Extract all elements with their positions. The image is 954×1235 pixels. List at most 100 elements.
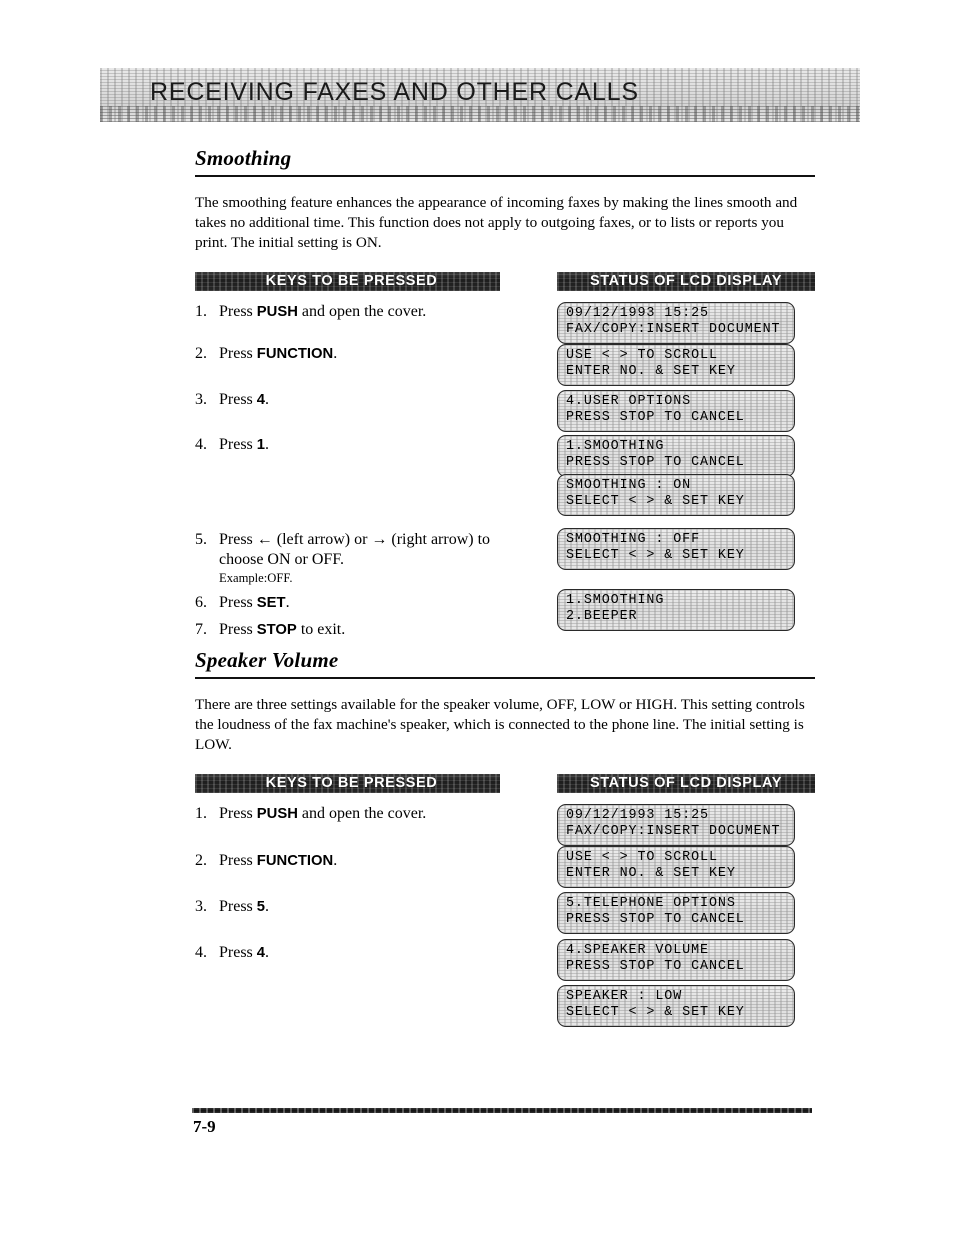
step-number: 1. (195, 804, 207, 822)
procedure-step: 6. Press SET. (195, 593, 290, 613)
lcd-line-1: 09/12/1993 15:25 (566, 305, 709, 321)
lcd-line-2: SELECT < > & SET KEY (566, 494, 745, 510)
lcd-line-2: PRESS STOP TO CANCEL (566, 455, 745, 471)
lcd-line-1: 5.TELEPHONE OPTIONS (566, 895, 736, 911)
procedure-step: 4. Press 4. (195, 943, 269, 963)
step-number: 4. (195, 943, 207, 961)
lcd-display: 1.SMOOTHING PRESS STOP TO CANCEL (557, 434, 795, 477)
key-label: 5 (256, 898, 266, 915)
section-rule (195, 175, 815, 177)
lcd-line-1: 1.SMOOTHING (566, 438, 665, 454)
lcd-line-2: SELECT < > & SET KEY (566, 1005, 745, 1021)
step-number: 6. (195, 593, 207, 611)
lcd-display: SMOOTHING : OFF SELECT < > & SET KEY (557, 527, 795, 570)
document-page: RECEIVING FAXES AND OTHER CALLS Smoothin… (0, 0, 954, 1235)
lcd-line-2: FAX/COPY:INSERT DOCUMENT (566, 824, 781, 840)
procedure-step: 1. Press PUSH and open the cover. (195, 302, 426, 322)
step-number: 5. (195, 530, 207, 548)
step-text: Press 4. (219, 390, 270, 408)
procedure-columns: 1. Press PUSH and open the cover. 2. Press … (195, 301, 815, 654)
key-label: STOP (256, 621, 297, 638)
section-speaker-volume: Speaker Volume There are three settings … (195, 648, 815, 1030)
step-number: 3. (195, 390, 207, 408)
procedure-step: 1. Press PUSH and open the cover. (195, 804, 426, 824)
procedure-step: 5. Press ← (left arrow) or → (right arrow… (195, 530, 515, 586)
lcd-display: SMOOTHING : ON SELECT < > & SET KEY (557, 473, 795, 516)
procedure-step: 2. Press FUNCTION. (195, 851, 337, 871)
step-text: Press 5. (219, 897, 270, 915)
lcd-line-2: PRESS STOP TO CANCEL (566, 959, 745, 975)
procedure-step: 7. Press STOP to exit. (195, 620, 345, 640)
step-text: Press ← (left arrow) or → (right arrow) … (219, 530, 491, 568)
section-heading: Speaker Volume (195, 648, 339, 672)
step-number: 3. (195, 897, 207, 915)
key-label: SET (256, 594, 286, 611)
lcd-display: USE < > TO SCROLL ENTER NO. & SET KEY (557, 343, 795, 386)
lcd-display: USE < > TO SCROLL ENTER NO. & SET KEY (557, 845, 795, 888)
lcd-line-2: PRESS STOP TO CANCEL (566, 410, 745, 426)
keys-column-header: KEYS TO BE PRESSED (195, 271, 500, 291)
lcd-line-2: ENTER NO. & SET KEY (566, 364, 736, 380)
step-text: Press FUNCTION. (219, 851, 338, 869)
key-label: PUSH (256, 303, 298, 320)
lcd-line-1: 09/12/1993 15:25 (566, 807, 709, 823)
step-number: 2. (195, 344, 207, 362)
procedure-step: 3. Press 5. (195, 897, 269, 917)
lcd-line-2: SELECT < > & SET KEY (566, 548, 745, 564)
lcd-display: 09/12/1993 15:25 FAX/COPY:INSERT DOCUMENT (557, 301, 795, 344)
step-number: 2. (195, 851, 207, 869)
step-text: Press STOP to exit. (219, 620, 346, 638)
step-number: 4. (195, 435, 207, 453)
lcd-line-1: USE < > TO SCROLL (566, 849, 718, 865)
lcd-line-1: 4.USER OPTIONS (566, 393, 692, 409)
procedure-step: 4. Press 1. (195, 435, 269, 455)
key-label: 4 (256, 944, 266, 961)
key-label: 4 (256, 391, 266, 408)
step-number: 1. (195, 302, 207, 320)
lcd-line-1: 1.SMOOTHING (566, 592, 665, 608)
lcd-display: 4.SPEAKER VOLUME PRESS STOP TO CANCEL (557, 938, 795, 981)
step-example: Example:OFF. (219, 570, 293, 585)
step-text: Press 1. (219, 435, 270, 453)
key-label: FUNCTION (256, 852, 334, 869)
keys-column-header: KEYS TO BE PRESSED (195, 773, 500, 793)
section-rule (195, 677, 815, 679)
step-text: Press 4. (219, 943, 270, 961)
lcd-line-2: 2.BEEPER (566, 609, 638, 625)
lcd-display: 09/12/1993 15:25 FAX/COPY:INSERT DOCUMENT (557, 803, 795, 846)
status-column-header: STATUS OF LCD DISPLAY (557, 773, 815, 793)
procedure-column-headers: KEYS TO BE PRESSED STATUS OF LCD DISPLAY (195, 773, 815, 794)
step-text: Press PUSH and open the cover. (219, 804, 427, 822)
page-number: 7-9 (193, 1117, 216, 1136)
lcd-line-2: FAX/COPY:INSERT DOCUMENT (566, 322, 781, 338)
procedure-step: 2. Press FUNCTION. (195, 344, 337, 364)
step-text: Press FUNCTION. (219, 344, 338, 362)
lcd-line-1: SMOOTHING : ON (566, 477, 692, 493)
lcd-line-1: 4.SPEAKER VOLUME (566, 942, 709, 958)
key-label: FUNCTION (256, 345, 334, 362)
section-body-text: There are three settings available for t… (195, 696, 805, 754)
lcd-display: 5.TELEPHONE OPTIONS PRESS STOP TO CANCEL (557, 891, 795, 934)
key-label: 1 (256, 436, 266, 453)
running-head-title: RECEIVING FAXES AND OTHER CALLS (150, 78, 639, 106)
step-text: Press PUSH and open the cover. (219, 302, 427, 320)
section-heading: Smoothing (195, 146, 292, 170)
lcd-line-1: SMOOTHING : OFF (566, 531, 701, 547)
procedure-step: 3. Press 4. (195, 390, 269, 410)
section-smoothing: Smoothing The smoothing feature enhances… (195, 146, 815, 654)
procedure-column-headers: KEYS TO BE PRESSED STATUS OF LCD DISPLAY (195, 271, 815, 292)
key-label: PUSH (256, 805, 298, 822)
lcd-line-1: SPEAKER : LOW (566, 988, 683, 1004)
section-body-text: The smoothing feature enhances the appea… (195, 194, 798, 252)
procedure-table: KEYS TO BE PRESSED STATUS OF LCD DISPLAY… (195, 271, 815, 654)
lcd-display: SPEAKER : LOW SELECT < > & SET KEY (557, 984, 795, 1027)
lcd-line-2: ENTER NO. & SET KEY (566, 866, 736, 882)
footer-rule (192, 1108, 812, 1113)
status-column-header: STATUS OF LCD DISPLAY (557, 271, 815, 291)
lcd-display: 1.SMOOTHING 2.BEEPER (557, 588, 795, 631)
lcd-line-1: USE < > TO SCROLL (566, 347, 718, 363)
lcd-line-2: PRESS STOP TO CANCEL (566, 912, 745, 928)
lcd-display: 4.USER OPTIONS PRESS STOP TO CANCEL (557, 389, 795, 432)
step-text: Press SET. (219, 593, 290, 611)
step-number: 7. (195, 620, 207, 638)
